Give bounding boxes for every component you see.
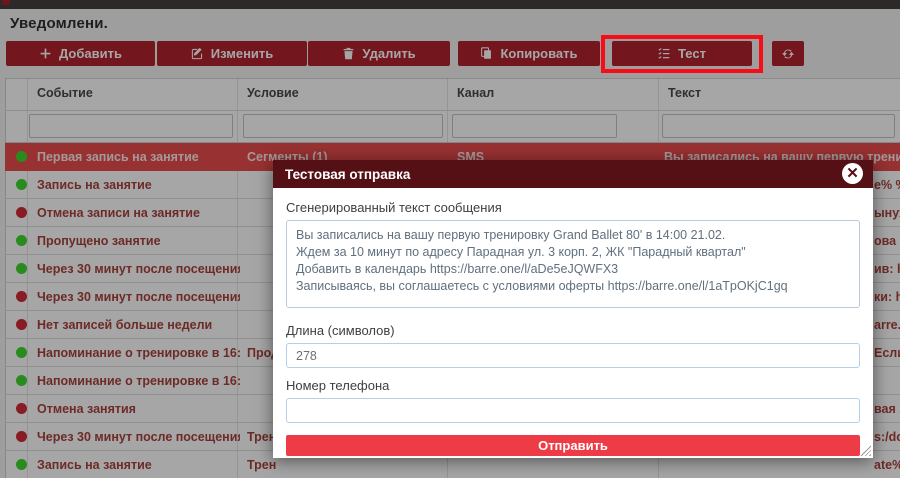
test-send-modal: Тестовая отправка ✕ Сгенерированный текс… — [273, 160, 873, 458]
phone-label: Номер телефона — [286, 378, 860, 393]
test-button-highlight-annotation — [601, 35, 763, 73]
generated-message-textarea[interactable]: Вы записались на вашу первую тренировку … — [286, 220, 860, 308]
modal-header: Тестовая отправка ✕ — [273, 160, 873, 188]
send-button[interactable]: Отправить — [286, 435, 860, 456]
app-screen: Уведомлени. ДобавитьИзменитьУдалитьКопир… — [0, 0, 900, 478]
length-label: Длина (символов) — [286, 323, 860, 338]
close-icon[interactable]: ✕ — [842, 163, 863, 184]
generated-message-label: Сгенерированный текст сообщения — [286, 200, 860, 215]
length-input[interactable] — [286, 343, 860, 368]
phone-input[interactable] — [286, 398, 860, 423]
modal-body: Сгенерированный текст сообщения Вы запис… — [273, 188, 873, 456]
modal-title: Тестовая отправка — [285, 167, 410, 182]
